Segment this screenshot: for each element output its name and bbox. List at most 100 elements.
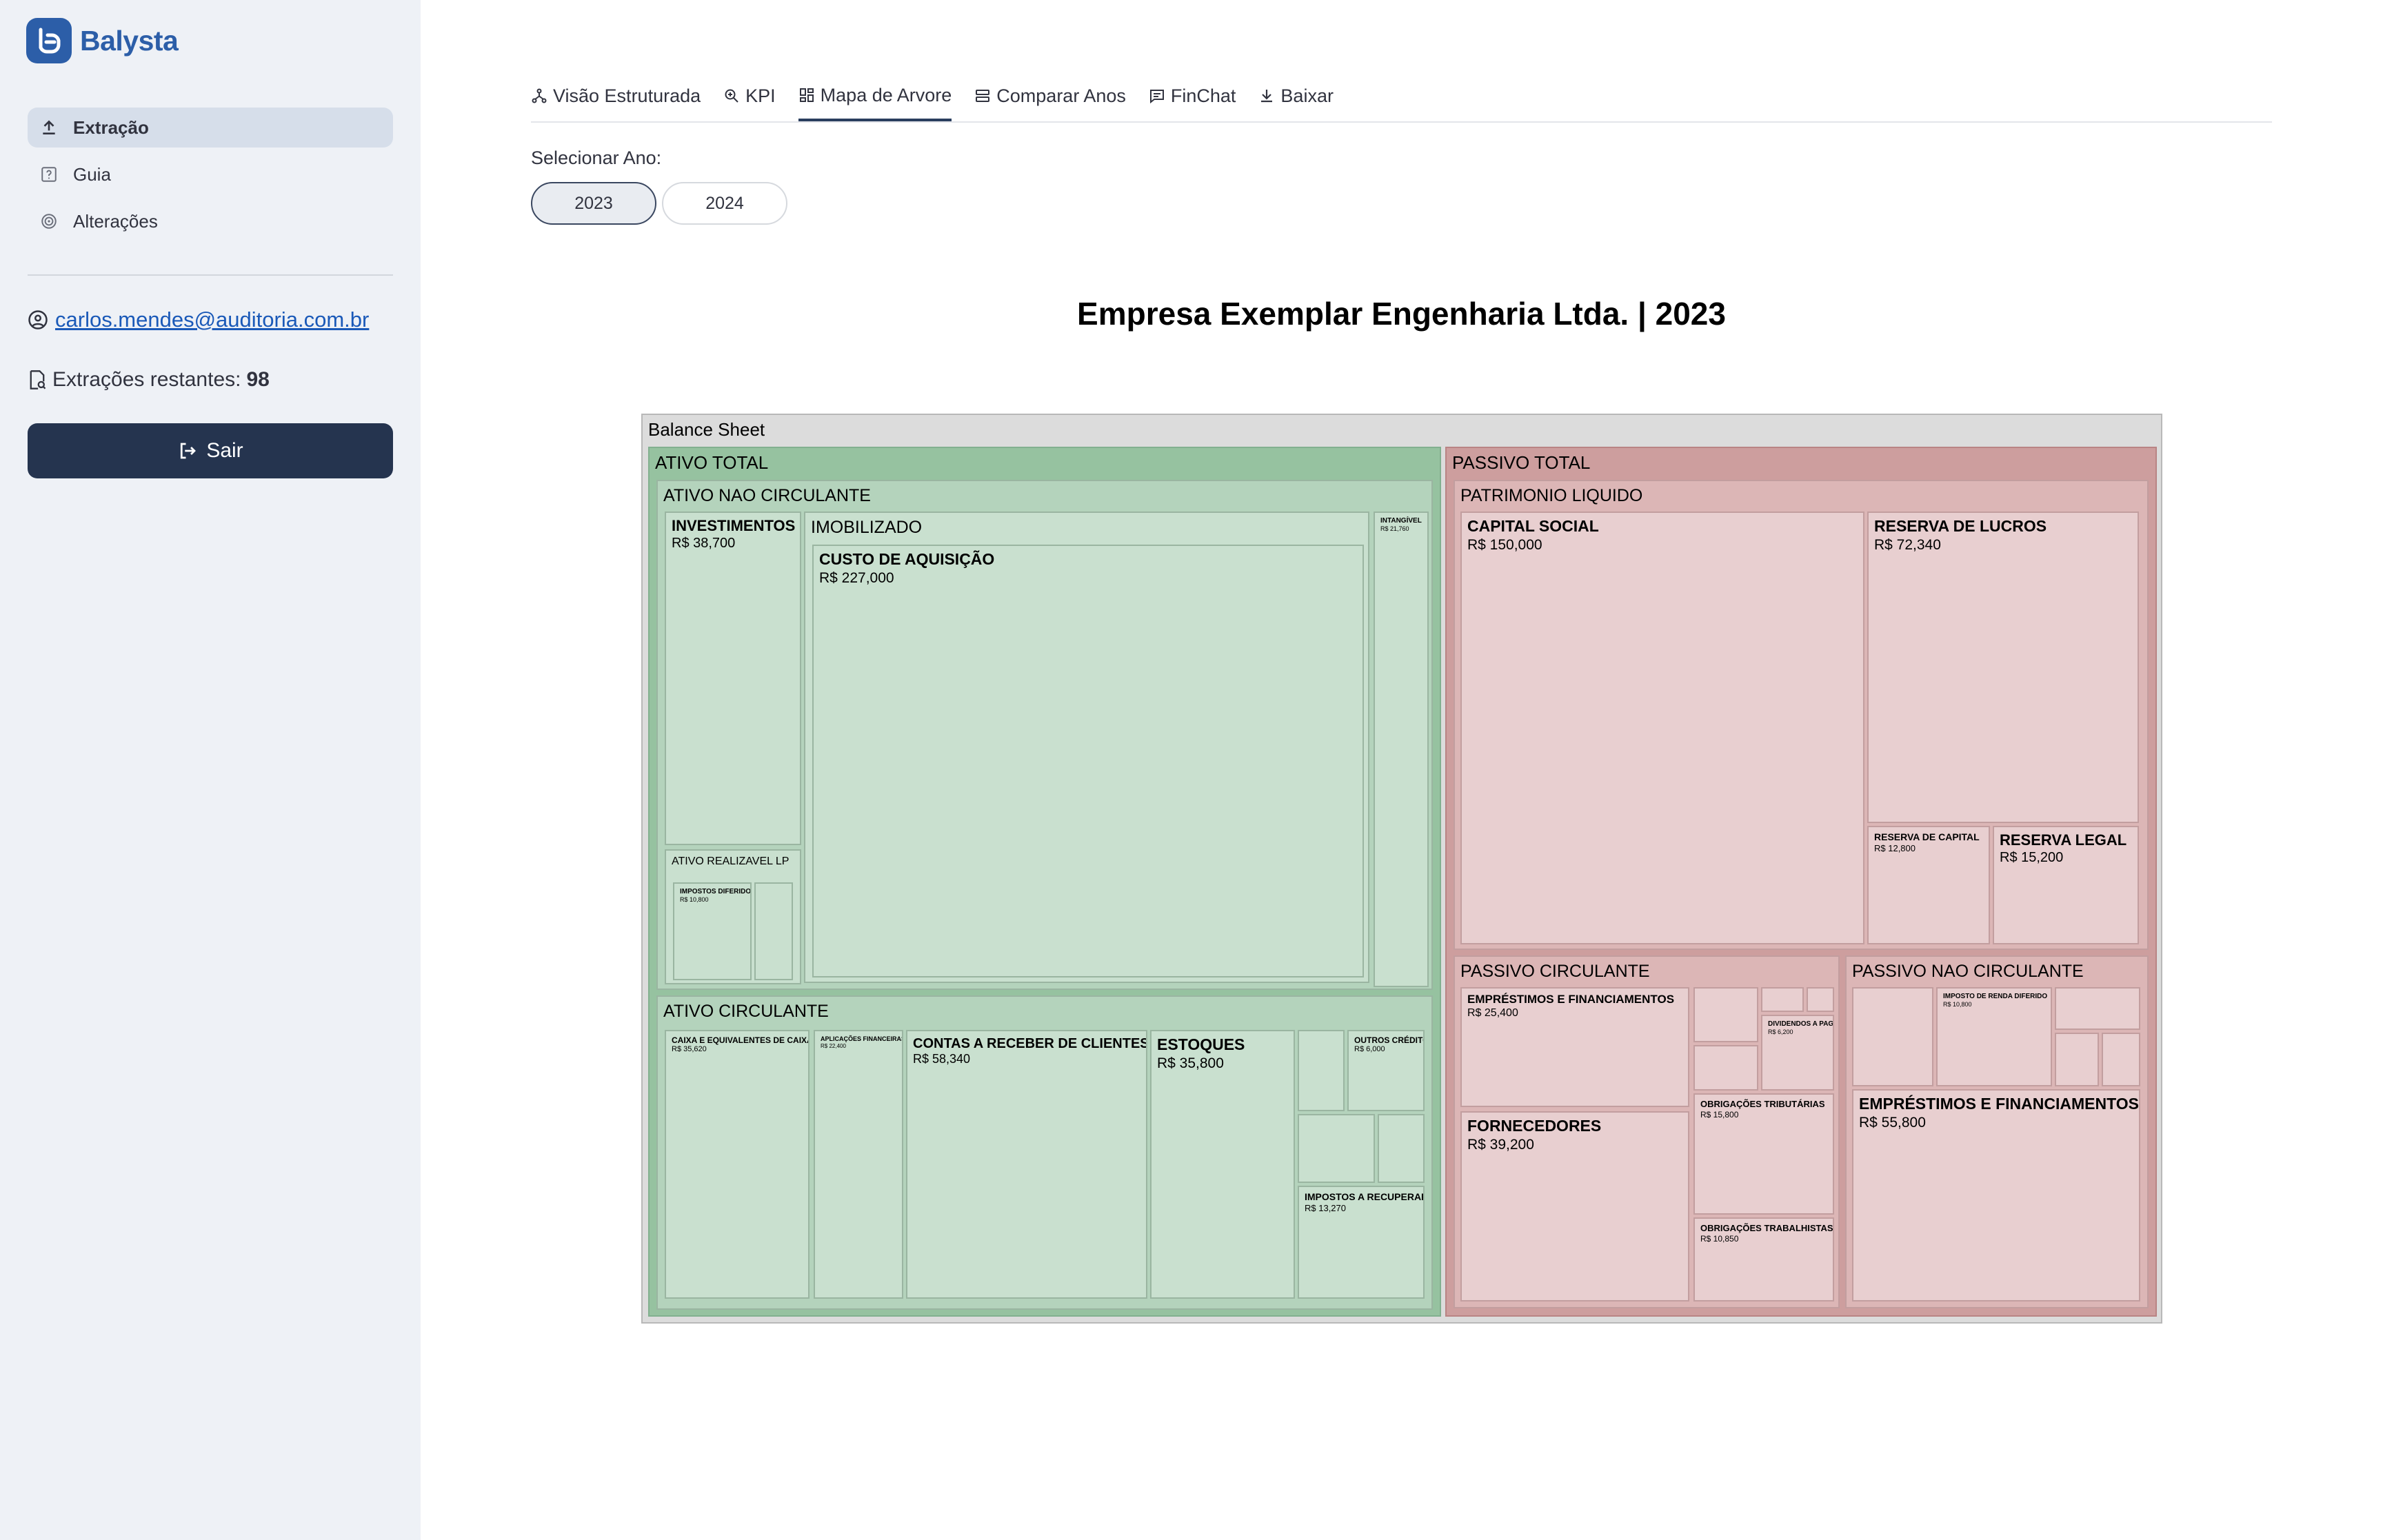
tab-label: KPI — [745, 85, 776, 106]
treemap-node-reserva-de-capital[interactable]: RESERVA DE CAPITAL R$ 12,800 — [1867, 826, 1990, 944]
treemap-node-investimentos[interactable]: INVESTIMENTOS R$ 38,700 — [665, 511, 801, 845]
treemap-node-obrigacoes-trabalhistas[interactable]: OBRIGAÇÕES TRABALHISTAS R$ 10,850 — [1693, 1217, 1834, 1301]
treemap-node-unlabeled[interactable] — [1298, 1030, 1345, 1111]
document-search-icon — [30, 370, 46, 389]
treemap-node-unlabeled[interactable] — [1761, 987, 1804, 1012]
treemap-node-outros-creditos[interactable]: OUTROS CRÉDITOSR$ 6,000 — [1347, 1030, 1425, 1111]
treemap-node-capital-social[interactable]: CAPITAL SOCIAL R$ 150,000 — [1460, 511, 1864, 944]
treemap-node-value: R$ 38,700 — [672, 536, 736, 551]
tab-mapa-de-arvore[interactable]: Mapa de Arvore — [798, 72, 952, 121]
treemap-node-label: Balance Sheet — [648, 419, 765, 440]
treemap-node-caixa-e-equivalentes-de-caixa[interactable]: CAIXA E EQUIVALENTES DE CAIXA R$ 35,620 — [665, 1030, 810, 1299]
treemap-node-imposto-de-renda-diferido[interactable]: IMPOSTO DE RENDA DIFERIDO R$ 10,800 — [1936, 987, 2052, 1086]
tab-baixar[interactable]: Baixar — [1258, 72, 1334, 120]
treemap-node-label: ATIVO CIRCULANTE — [663, 1001, 829, 1022]
treemap-node-dividendos-a-pagar[interactable]: DIVIDENDOS A PAGARR$ 6,200 — [1761, 1015, 1834, 1091]
download-icon — [1261, 90, 1273, 103]
treemap-node-value: R$ 15,200 — [2000, 850, 2064, 866]
treemap-node-unlabeled[interactable] — [1693, 1045, 1758, 1091]
treemap-node-name: RESERVA DE LUCROS — [1874, 517, 2047, 535]
sidebar-item-extracao[interactable]: Extração — [28, 108, 393, 148]
treemap-node-emprestimos-e-financiamentos[interactable]: EMPRÉSTIMOS E FINANCIAMENTOS R$ 55,800 — [1852, 1089, 2140, 1301]
treemap-node-value: R$ 35,800 — [1157, 1055, 1224, 1071]
treemap-node-name: DIVIDENDOS A PAGAR — [1768, 1020, 1834, 1028]
treemap-node-label: PATRIMONIO LIQUIDO — [1460, 485, 1642, 506]
treemap-node-value: R$ 10,800 — [1943, 1001, 1972, 1008]
help-square-icon — [41, 167, 57, 182]
treemap-node-impostos-diferidos[interactable]: IMPOSTOS DIFERIDOS R$ 10,800 — [673, 882, 752, 980]
treemap-node-intangivel[interactable]: INTANGÍVEL R$ 21,760 — [1374, 511, 1429, 987]
year-option-2023[interactable]: 2023 — [531, 182, 656, 225]
balysta-logo-icon — [26, 18, 72, 63]
user-email-row: carlos.mendes@auditoria.com.br — [28, 307, 369, 332]
treemap-node-name: PASSIVO CIRCULANTE — [1460, 962, 1650, 981]
treemap-node-emprestimos-e-financiamentos[interactable]: EMPRÉSTIMOS E FINANCIAMENTOS R$ 25,400 — [1460, 987, 1689, 1107]
sidebar-item-guia[interactable]: Guia — [28, 154, 393, 194]
treemap-node-name: EMPRÉSTIMOS E FINANCIAMENTOS — [1467, 993, 1675, 1006]
treemap-node-name: PASSIVO NAO CIRCULANTE — [1852, 962, 2084, 981]
treemap-node-reserva-legal[interactable]: RESERVA LEGAL R$ 15,200 — [1993, 826, 2139, 944]
treemap-node-value: R$ 55,800 — [1859, 1114, 1926, 1131]
sidebar-item-label: Alterações — [73, 210, 158, 232]
user-email-link[interactable]: carlos.mendes@auditoria.com.br — [55, 307, 369, 332]
hierarchy-icon — [532, 88, 547, 103]
treemap-node-unlabeled[interactable] — [2102, 1033, 2140, 1086]
treemap-node-label: APLICAÇÕES FINANCEIRAS R$ 22,400 — [821, 1035, 903, 1049]
treemap-node-name: ATIVO NAO CIRCULANTE — [663, 486, 871, 505]
treemap-node-value: R$ 58,340 — [913, 1052, 971, 1066]
treemap-node-value: R$ 35,620 — [672, 1045, 707, 1054]
treemap-node-name: FORNECEDORES — [1467, 1117, 1602, 1135]
tab-finchat[interactable]: FinChat — [1149, 72, 1236, 120]
treemap-node-label: PASSIVO CIRCULANTE — [1460, 961, 1650, 982]
treemap-node-label: EMPRÉSTIMOS E FINANCIAMENTOS R$ 25,400 — [1467, 993, 1674, 1020]
treemap-node-value: R$ 25,400 — [1467, 1007, 1518, 1020]
treemap-node-label: PASSIVO NAO CIRCULANTE — [1852, 961, 2084, 982]
treemap-node-unlabeled[interactable] — [2055, 1033, 2099, 1086]
treemap-node-label: IMPOSTOS DIFERIDOS R$ 10,800 — [680, 888, 750, 904]
treemap-node-name: IMPOSTO DE RENDA DIFERIDO — [1943, 993, 2048, 1000]
treemap-node-unlabeled[interactable] — [2055, 987, 2140, 1030]
treemap-node-label: CONTAS A RECEBER DE CLIENTES R$ 58,340 — [913, 1035, 1146, 1067]
treemap-node-name: ATIVO TOTAL — [655, 452, 769, 473]
tab-comparar-anos[interactable]: Comparar Anos — [974, 72, 1126, 120]
logout-button[interactable]: Sair — [28, 423, 393, 478]
treemap-node-reserva-de-lucros[interactable]: RESERVA DE LUCROS R$ 72,340 — [1867, 511, 2139, 823]
brand-logo[interactable]: Balysta — [26, 18, 179, 63]
user-circle-icon — [28, 310, 48, 330]
treemap-node-label: RESERVA DE CAPITAL R$ 12,800 — [1874, 831, 1980, 853]
treemap-node-label: ATIVO NAO CIRCULANTE — [663, 485, 871, 506]
treemap-node-value: R$ 6,000 — [1354, 1045, 1385, 1054]
treemap-node-custo-de-aquisicao[interactable]: CUSTO DE AQUISIÇÃO R$ 227,000 — [812, 545, 1364, 977]
treemap-node-label: IMOBILIZADO — [811, 517, 922, 538]
treemap-node-fornecedores[interactable]: FORNECEDORES R$ 39,200 — [1460, 1111, 1689, 1301]
chart-title: Empresa Exemplar Engenharia Ltda. | 2023 — [1077, 296, 1726, 332]
treemap-node-label: RESERVA DE LUCROS R$ 72,340 — [1874, 517, 2047, 554]
treemap-node-label: OBRIGAÇÕES TRABALHISTAS R$ 10,850 — [1700, 1223, 1833, 1244]
treemap-node-label: INVESTIMENTOS R$ 38,700 — [672, 517, 795, 551]
treemap-node-label: ESTOQUES R$ 35,800 — [1157, 1035, 1245, 1072]
treemap-node-aplicacoes-financeiras[interactable]: APLICAÇÕES FINANCEIRAS R$ 22,400 — [814, 1030, 903, 1299]
treemap-node-contas-a-receber-de-clientes[interactable]: CONTAS A RECEBER DE CLIENTES R$ 58,340 — [906, 1030, 1147, 1299]
brand-name: Balysta — [80, 24, 179, 57]
treemap-node-impostos-a-recuperar[interactable]: IMPOSTOS A RECUPERAR R$ 13,270 — [1298, 1186, 1425, 1299]
treemap-node-name: Balance Sheet — [648, 419, 765, 440]
treemap-node-unlabeled[interactable] — [1693, 987, 1758, 1042]
tab-label: Visão Estruturada — [553, 85, 701, 106]
treemap-node-unlabeled[interactable] — [1807, 987, 1834, 1012]
treemap-node-unlabeled[interactable] — [1298, 1114, 1375, 1183]
tab-visao-estruturada[interactable]: Visão Estruturada — [531, 72, 701, 120]
treemap-node-unlabeled[interactable] — [1378, 1114, 1425, 1183]
treemap-node-obrigacoes-tributarias[interactable]: OBRIGAÇÕES TRIBUTÁRIAS R$ 15,800 — [1693, 1093, 1834, 1215]
treemap-node-value: R$ 13,270 — [1305, 1202, 1346, 1213]
treemap-node-unlabeled[interactable] — [1852, 987, 1933, 1086]
upload-icon — [43, 120, 55, 134]
sidebar-nav: Extração Guia Alterações — [28, 108, 393, 248]
grid-icon — [799, 88, 814, 102]
tab-kpi[interactable]: KPI — [723, 72, 776, 120]
tab-label: Mapa de Arvore — [820, 84, 952, 105]
treemap-node-estoques[interactable]: ESTOQUES R$ 35,800 — [1150, 1030, 1295, 1299]
treemap-node-name: APLICAÇÕES FINANCEIRAS — [821, 1035, 903, 1042]
year-option-2024[interactable]: 2024 — [662, 182, 787, 225]
sidebar-item-alteracoes[interactable]: Alterações — [28, 201, 393, 241]
treemap-node-unlabeled[interactable] — [754, 882, 793, 980]
